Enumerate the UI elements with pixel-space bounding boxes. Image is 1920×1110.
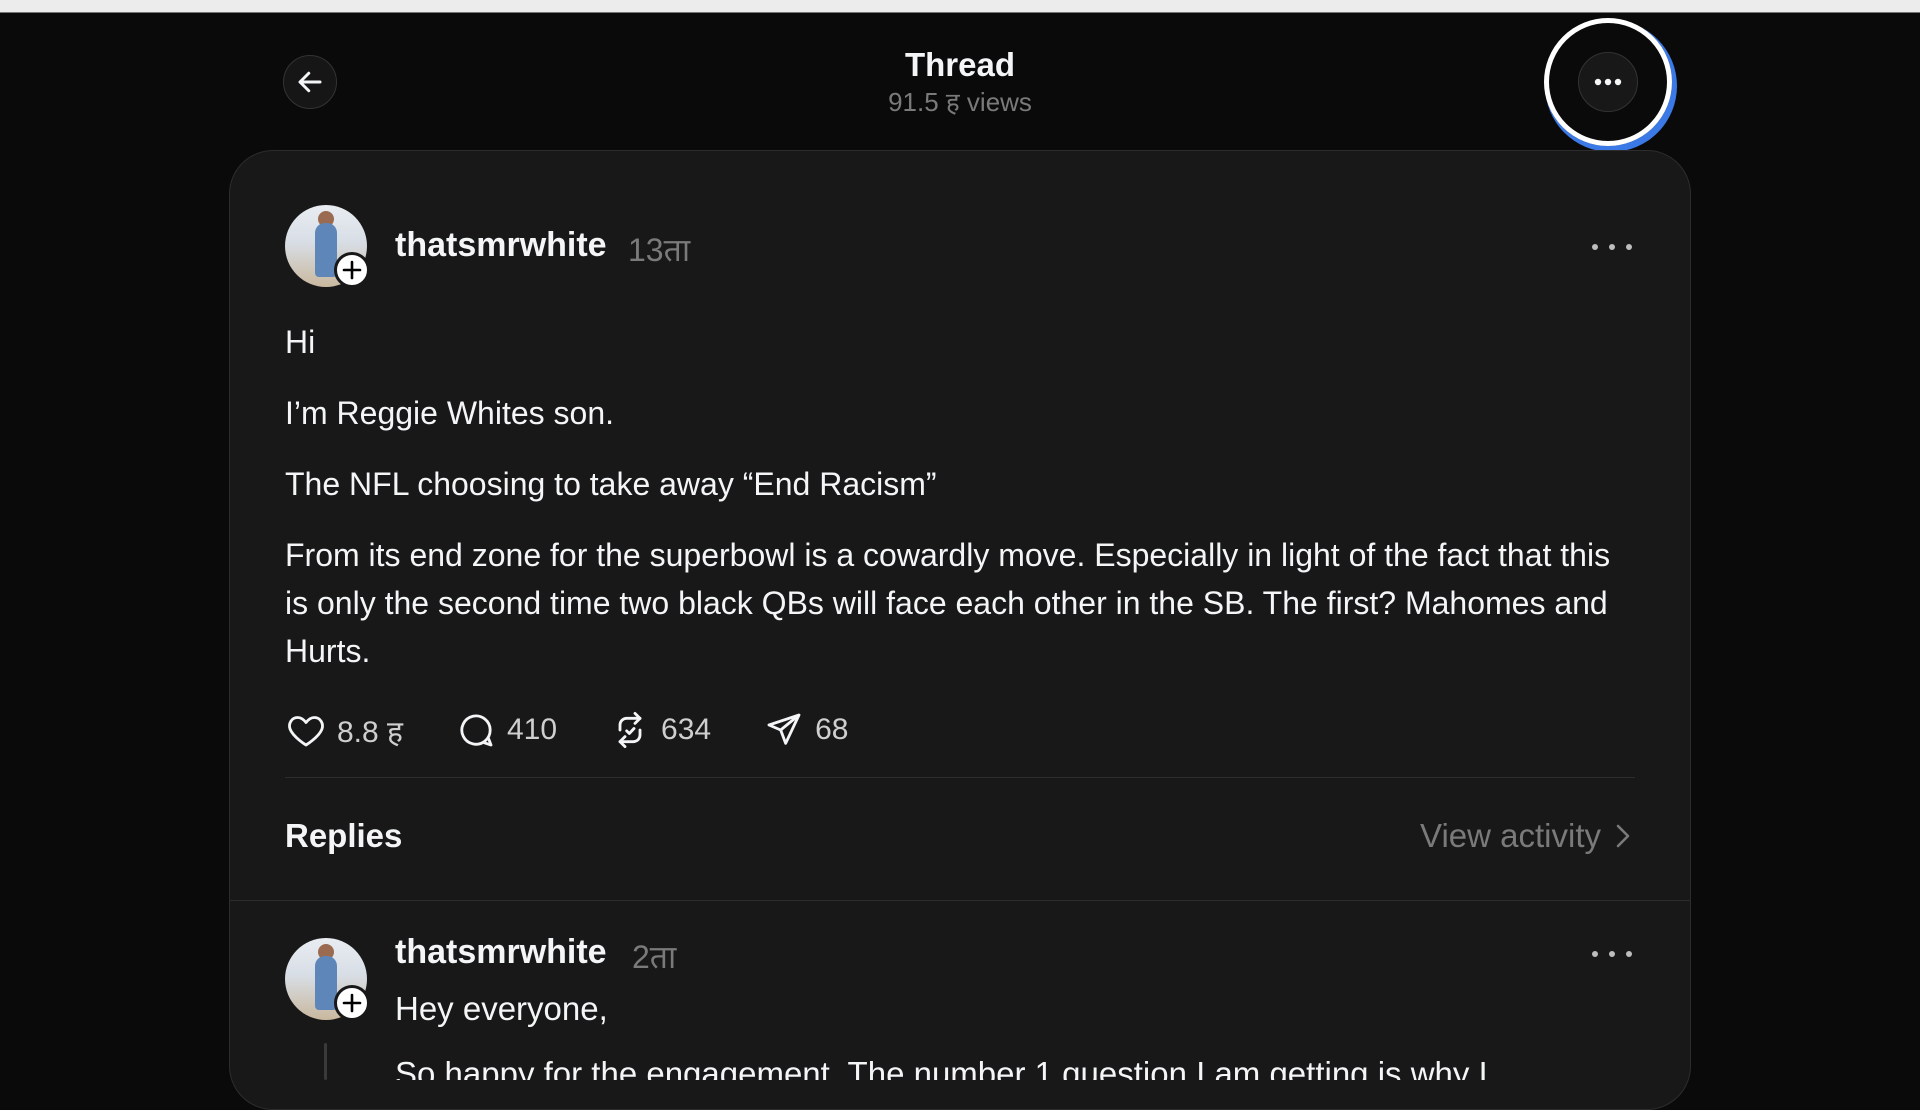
post-time: 13ता [628,232,691,268]
view-activity-label: View activity [1420,817,1601,854]
header-title-group: Thread 91.5 ह views [760,45,1160,119]
post-body: Hi I’m Reggie Whites son. The NFL choosi… [285,318,1635,675]
follow-button[interactable] [334,252,370,288]
post-paragraph: The NFL choosing to take away “End Racis… [285,466,937,502]
reply-text-continued: So happy for the engagement. The number … [395,1055,1488,1080]
chevron-right-icon [1616,824,1630,848]
view-activity-link[interactable]: View activity [1420,817,1631,855]
post-options-button[interactable] [1592,237,1632,257]
like-count: 8.8 ह [337,715,403,749]
view-count: 91.5 ह views [888,87,1032,117]
divider [285,777,1635,778]
comment-button[interactable]: 410 [455,710,557,750]
comment-icon [460,714,493,747]
thread-options-button[interactable] [1578,52,1638,112]
section-divider [230,900,1690,901]
comment-count: 410 [506,713,558,746]
share-count: 68 [815,713,849,746]
back-button[interactable] [283,55,337,109]
share-button[interactable]: 68 [763,710,848,750]
reply-thread-line [324,1043,327,1080]
repost-icon [618,711,642,749]
like-button[interactable]: 8.8 ह [285,710,403,751]
plus-icon [342,993,362,1013]
reply-time: 2ता [632,939,677,975]
post-paragraph: I’m Reggie Whites son. [285,395,615,431]
arrow-left-icon [298,71,322,93]
send-icon [767,713,801,745]
more-horizontal-icon [1594,78,1622,86]
reply-username[interactable]: thatsmrwhite [395,933,607,972]
post-paragraph: Hi [285,324,316,360]
repost-count: 634 [661,713,712,746]
replies-heading: Replies [285,817,403,854]
post-username[interactable]: thatsmrwhite [395,226,607,265]
thread-header: Thread 91.5 ह views [0,12,1920,150]
page-title: Thread [904,46,1016,83]
repost-button[interactable]: 634 [609,710,711,750]
post-actions: 8.8 ह 410 634 68 [285,706,900,754]
post-paragraph: From its end zone for the superbowl is a… [285,537,1611,669]
reply-options-button[interactable] [1592,944,1632,964]
reply-text: Hey everyone, [395,990,608,1027]
heart-icon [288,716,324,747]
reply-follow-button[interactable] [334,985,370,1021]
plus-icon [342,260,362,280]
